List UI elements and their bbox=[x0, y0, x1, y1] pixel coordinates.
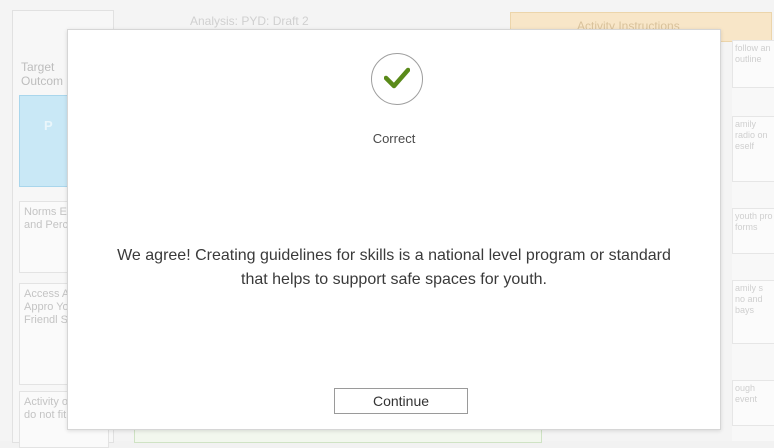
feedback-modal: Correct We agree! Creating guidelines fo… bbox=[67, 29, 721, 430]
background-right-column: follow an outline amily radio on eself y… bbox=[732, 40, 774, 441]
checkmark-icon bbox=[371, 53, 423, 105]
feedback-message: We agree! Creating guidelines for skills… bbox=[117, 247, 671, 288]
background-label: Target bbox=[21, 60, 55, 74]
continue-button[interactable]: Continue bbox=[334, 388, 468, 414]
background-cell: youth pro forms bbox=[732, 208, 774, 254]
background-label: Outcom bbox=[21, 74, 64, 88]
background-cell: ough event bbox=[732, 380, 774, 426]
checkmark-icon-glyph bbox=[384, 67, 410, 89]
background-cell: amily radio on eself bbox=[732, 116, 774, 182]
background-tile-label: P bbox=[44, 118, 53, 133]
background-title: Analysis: PYD: Draft 2 bbox=[190, 14, 309, 28]
feedback-status: Correct bbox=[372, 131, 416, 146]
background-cell: amily s no and bays bbox=[732, 280, 774, 344]
background-cell: follow an outline bbox=[732, 40, 774, 88]
